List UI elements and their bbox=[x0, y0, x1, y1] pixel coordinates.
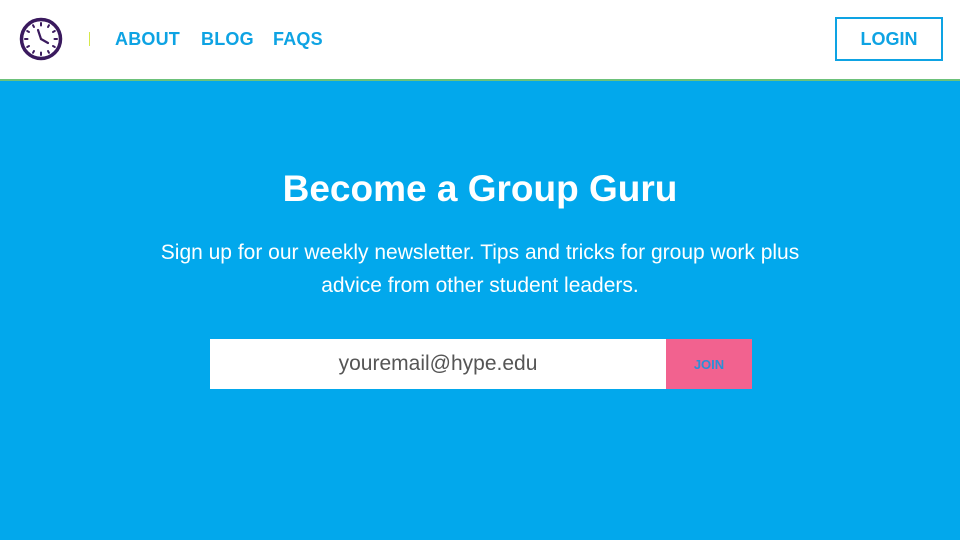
hero-description-line-2: advice from other student leaders. bbox=[321, 274, 639, 297]
login-button[interactable]: LOGIN bbox=[835, 17, 943, 61]
hero-title: Become a Group Guru bbox=[282, 168, 678, 209]
nav-divider bbox=[89, 32, 90, 46]
nav-link-about[interactable]: ABOUT bbox=[115, 28, 180, 50]
clock-logo-icon[interactable] bbox=[19, 17, 63, 61]
hero-description-line-1: Sign up for our weekly newsletter. Tips … bbox=[160, 241, 800, 264]
join-button[interactable]: JOIN bbox=[666, 339, 752, 389]
email-input[interactable] bbox=[210, 339, 666, 389]
nav-link-faqs[interactable]: FAQS bbox=[273, 28, 323, 50]
hero-description: Sign up for our weekly newsletter. Tips … bbox=[100, 236, 860, 302]
top-navbar: ABOUT BLOG FAQS LOGIN bbox=[0, 0, 960, 81]
nav-link-blog[interactable]: BLOG bbox=[201, 28, 254, 50]
